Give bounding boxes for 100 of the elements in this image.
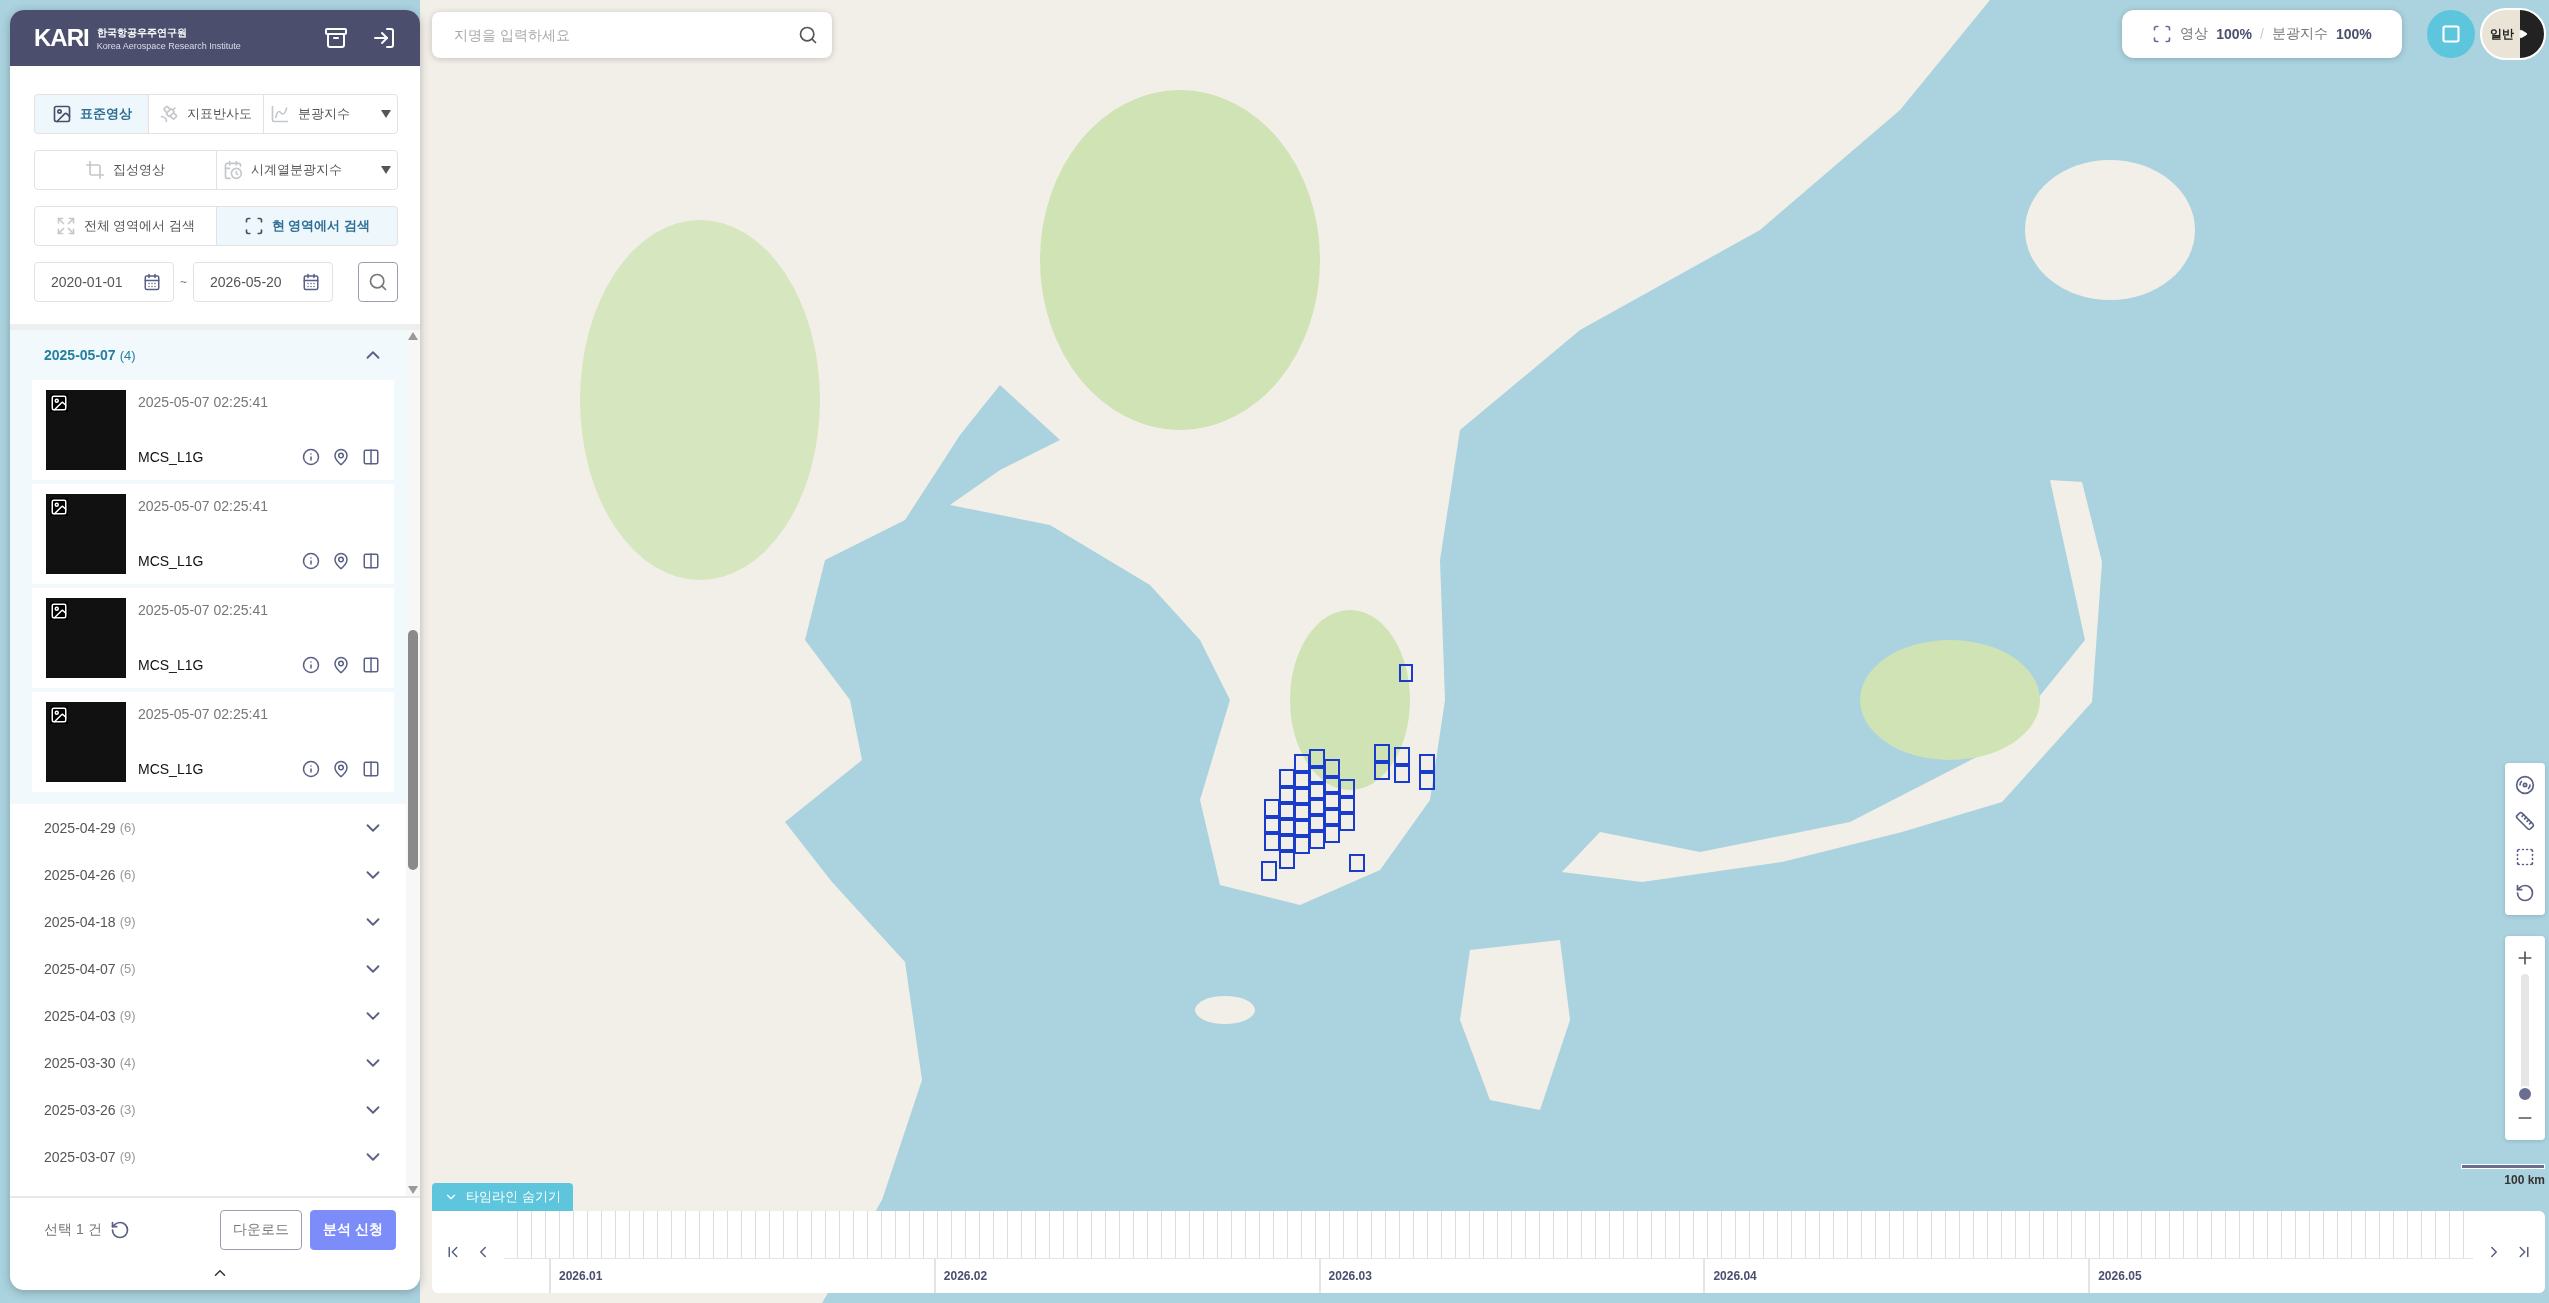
tab-icon xyxy=(269,104,290,124)
split-view-icon[interactable] xyxy=(362,448,380,466)
image-icon xyxy=(50,498,68,516)
group-count: (9) xyxy=(119,914,136,929)
month-label: 2026.05 xyxy=(2088,1259,2473,1293)
image-icon xyxy=(50,602,68,620)
outline-button[interactable]: 다운로드 xyxy=(220,1210,302,1250)
start-date-field[interactable]: 2020-01-01 xyxy=(34,262,174,302)
group-date: 2025-03-07 xyxy=(44,1148,116,1165)
tab-icon xyxy=(159,104,180,124)
split-view-icon[interactable] xyxy=(362,552,380,570)
search-scope-tab[interactable]: 전체 영역에서 검색 xyxy=(34,206,217,246)
index-opacity-value: 100% xyxy=(2335,26,2372,42)
group-count: (4) xyxy=(119,347,136,363)
map-pin-icon[interactable] xyxy=(332,760,350,778)
group-count: (6) xyxy=(119,820,136,835)
map-pin-icon[interactable] xyxy=(332,656,350,674)
image-time: 2025-05-07 02:25:41 xyxy=(138,498,269,514)
map-pin-icon[interactable] xyxy=(332,448,350,466)
image-time: 2025-05-07 02:25:41 xyxy=(138,602,269,618)
image-type-tab[interactable]: 지표반사도 xyxy=(148,94,264,134)
zoom-track[interactable] xyxy=(2521,974,2529,1102)
scrollbar[interactable] xyxy=(406,330,420,1196)
image-type-tab[interactable]: 표준영상 xyxy=(34,94,150,134)
archive-icon[interactable] xyxy=(324,26,348,50)
group-count: (9) xyxy=(119,1008,136,1023)
date-group-header[interactable]: 2025-03-07 (9) xyxy=(10,1133,406,1180)
image-opacity-value: 100% xyxy=(2216,26,2253,42)
group-date: 2025-04-18 xyxy=(44,913,116,930)
date-group-header[interactable]: 2025-04-03 (9) xyxy=(10,992,406,1039)
place-search-field[interactable]: 지명을 입력하세요 xyxy=(432,12,832,58)
search-icon[interactable] xyxy=(798,25,818,45)
image-time: 2025-05-07 02:25:41 xyxy=(138,706,269,722)
month-label: 2026.01 xyxy=(549,1259,934,1293)
image-card[interactable]: 2025-05-07 02:25:41 MCS_L1G xyxy=(32,484,394,584)
image-card[interactable]: 2025-05-07 02:25:41 MCS_L1G xyxy=(32,380,394,480)
index-opacity-label: 분광지수 xyxy=(2271,25,2328,43)
group-count: (3) xyxy=(119,1102,136,1117)
date-group-header[interactable]: 2025-04-26 (6) xyxy=(10,851,406,898)
group-date: 2025-04-26 xyxy=(44,866,116,883)
image-card[interactable]: 2025-05-07 02:25:41 MCS_L1G xyxy=(32,692,394,792)
end-date-field[interactable]: 2026-05-20 xyxy=(193,262,333,302)
group-date: 2025-05-07 xyxy=(44,347,116,363)
place-search-field[interactable]: 지명을 입력하세요 xyxy=(452,26,798,44)
info-icon[interactable] xyxy=(302,656,320,674)
group-date: 2025-04-29 xyxy=(44,819,116,836)
image-opacity-label: 영상 xyxy=(2180,25,2209,43)
image-icon xyxy=(50,394,68,412)
opacity-separator: / xyxy=(2260,26,2264,42)
tab-icon xyxy=(51,104,72,124)
date-group-header[interactable]: 2025-04-18 (9) xyxy=(10,898,406,945)
login-icon[interactable] xyxy=(372,26,396,50)
month-label: 2026.03 xyxy=(1318,1259,1704,1293)
reset-icon[interactable] xyxy=(2515,883,2535,903)
month-label: 2026.02 xyxy=(933,1259,1319,1293)
date-group-header[interactable]: 2025-03-26 (3) xyxy=(10,1086,406,1133)
logo: KARI xyxy=(34,24,89,52)
date-group-header[interactable]: 2025-05-07 (4) xyxy=(10,330,406,380)
product-tab[interactable]: 집성영상 xyxy=(34,150,217,190)
tab-icon xyxy=(222,160,243,180)
reset-icon[interactable] xyxy=(109,1220,130,1240)
month-label: 2026.04 xyxy=(1703,1259,2089,1293)
product-name: MCS_L1G xyxy=(138,761,204,777)
group-date: 2025-04-07 xyxy=(44,960,116,977)
scrollbar-thumb[interactable] xyxy=(408,630,418,870)
search-icon xyxy=(368,272,388,292)
group-date: 2025-03-30 xyxy=(44,1054,116,1071)
calendar-icon[interactable] xyxy=(143,273,161,291)
play-icon xyxy=(2518,29,2528,39)
tab-icon xyxy=(85,160,106,180)
search-scope-tab[interactable]: 현 영역에서 검색 xyxy=(215,206,398,246)
group-count: (5) xyxy=(119,961,136,976)
date-group-header[interactable]: 2025-03-30 (4) xyxy=(10,1039,406,1086)
scroll-up-icon[interactable] xyxy=(408,332,418,340)
info-icon[interactable] xyxy=(302,448,320,466)
org-name: 한국항공우주연구원 xyxy=(96,25,188,40)
info-icon[interactable] xyxy=(302,552,320,570)
group-count: (4) xyxy=(119,1055,136,1070)
image-type-tab[interactable]: 분광지수 xyxy=(262,94,398,134)
ruler-icon[interactable] xyxy=(2515,811,2535,831)
date-group-header[interactable]: 2025-04-07 (5) xyxy=(10,945,406,992)
search-button[interactable] xyxy=(358,262,398,302)
org-name-english: Korea Aerospace Research Institute xyxy=(96,40,241,51)
zoom-thumb[interactable] xyxy=(2517,1086,2533,1103)
area-tool-icon[interactable] xyxy=(2515,847,2535,867)
scope-icon xyxy=(243,216,264,236)
scroll-down-icon[interactable] xyxy=(408,1186,418,1194)
date-group-header[interactable]: 2025-04-29 (6) xyxy=(10,804,406,851)
product-tab[interactable]: 시계열분광지수 xyxy=(215,150,398,190)
map-pin-icon[interactable] xyxy=(332,552,350,570)
square-icon xyxy=(2441,24,2461,44)
scope-icon xyxy=(55,216,76,236)
calendar-icon[interactable] xyxy=(302,273,320,291)
image-card[interactable]: 2025-05-07 02:25:41 MCS_L1G xyxy=(32,588,394,688)
circle-tool-icon[interactable] xyxy=(2515,775,2535,795)
split-view-icon[interactable] xyxy=(362,760,380,778)
group-date: 2025-04-03 xyxy=(44,1007,116,1024)
info-icon[interactable] xyxy=(302,760,320,778)
product-name: MCS_L1G xyxy=(138,657,204,673)
split-view-icon[interactable] xyxy=(362,656,380,674)
